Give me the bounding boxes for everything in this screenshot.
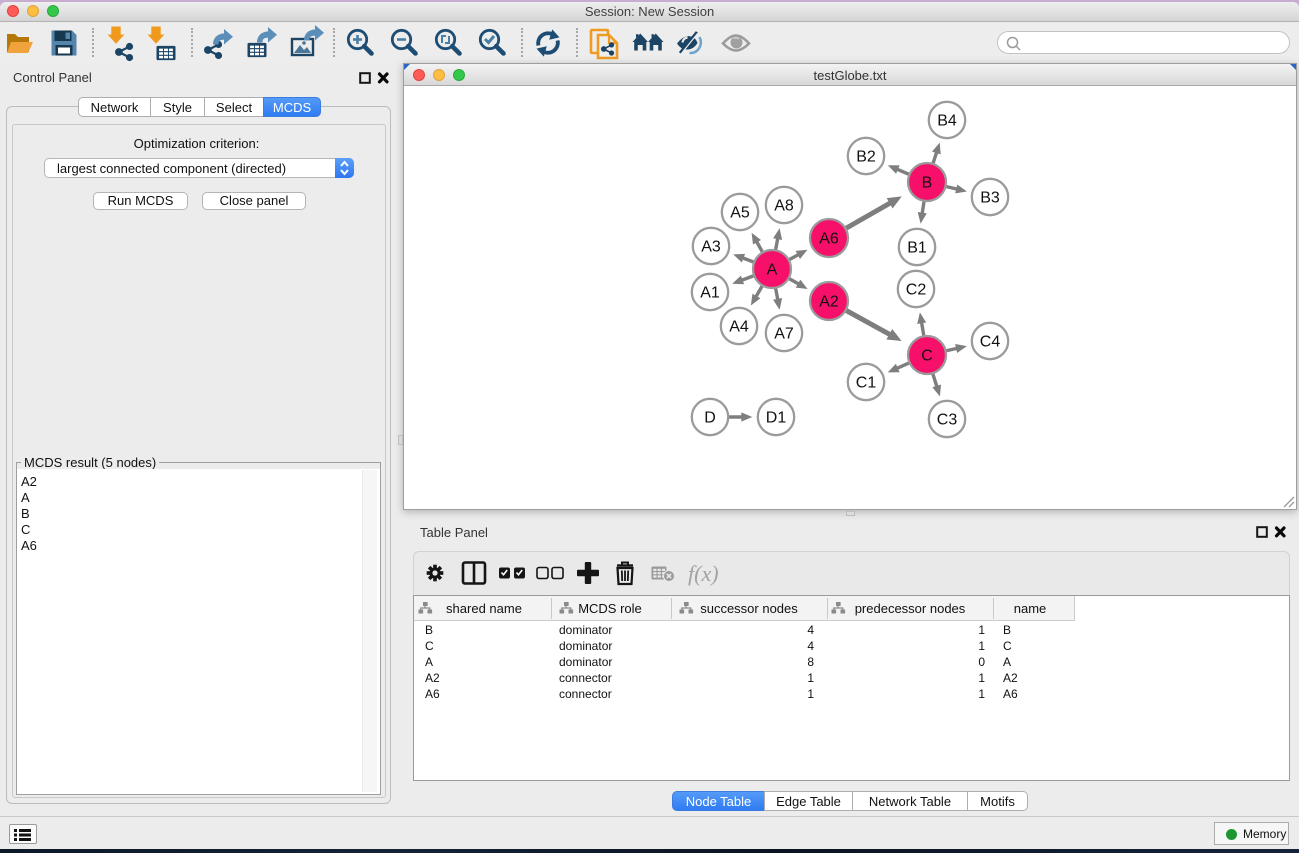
svg-text:C3: C3 — [937, 412, 958, 429]
svg-text:C1: C1 — [856, 375, 877, 392]
svg-text:B1: B1 — [907, 240, 927, 257]
svg-text:B2: B2 — [856, 149, 876, 166]
svg-text:D1: D1 — [766, 410, 787, 427]
svg-text:A3: A3 — [701, 239, 721, 256]
svg-text:B: B — [922, 175, 933, 192]
svg-text:A5: A5 — [730, 205, 750, 222]
svg-text:A1: A1 — [700, 285, 720, 302]
svg-text:B3: B3 — [980, 190, 1000, 207]
svg-text:C: C — [921, 348, 933, 365]
svg-text:A8: A8 — [774, 198, 794, 215]
svg-text:A6: A6 — [819, 231, 839, 248]
svg-text:A2: A2 — [819, 294, 839, 311]
svg-text:A4: A4 — [729, 319, 749, 336]
svg-text:D: D — [704, 410, 716, 427]
svg-text:C4: C4 — [980, 334, 1001, 351]
svg-text:A7: A7 — [774, 326, 794, 343]
svg-text:A: A — [767, 262, 778, 279]
svg-text:B4: B4 — [937, 113, 957, 130]
svg-text:f(x): f(x) — [688, 561, 719, 586]
svg-text:C2: C2 — [906, 282, 927, 299]
